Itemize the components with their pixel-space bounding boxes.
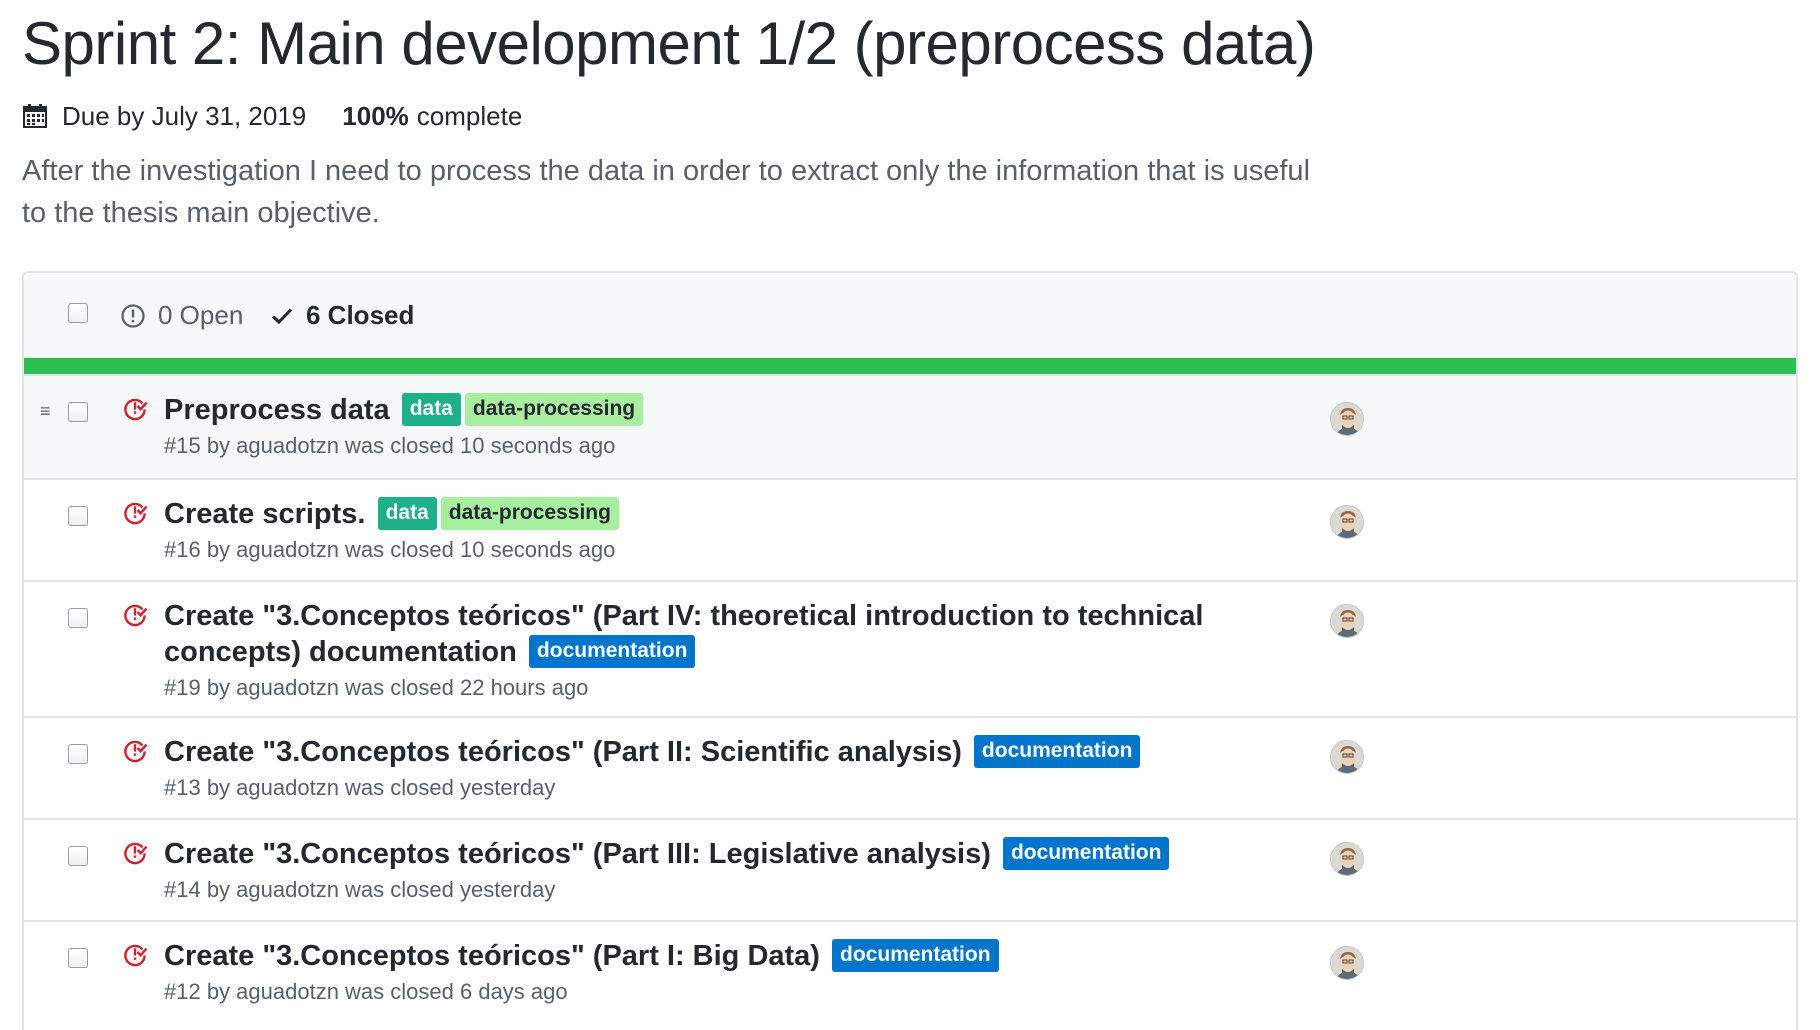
avatar-image (1331, 843, 1363, 875)
issue-body: Preprocess data data data-processing #15 b… (164, 392, 1284, 460)
issue-checkbox[interactable] (68, 744, 88, 764)
issue-closed-icon (124, 842, 148, 865)
issue-row[interactable]: Create "3.Conceptos teóricos" (Part I: B… (24, 920, 1796, 1024)
assignee-avatar[interactable] (1330, 842, 1364, 876)
issue-checkbox[interactable] (68, 506, 88, 526)
issue-row[interactable]: Create "3.Conceptos teóricos" (Part III:… (24, 818, 1796, 920)
issue-closed-icon (124, 740, 148, 763)
select-all-checkbox[interactable] (68, 303, 88, 323)
avatar-image (1331, 506, 1363, 538)
issue-closed-icon (124, 604, 148, 627)
issue-row[interactable]: Create "3.Conceptos teóricos" (Part II: … (24, 716, 1796, 818)
issue-title-line: Create "3.Conceptos teóricos" (Part I: B… (164, 938, 1284, 974)
open-filter-link[interactable]: 0 Open (120, 273, 243, 358)
drag-handle-icon[interactable]: ≡ (40, 402, 56, 420)
issue-body: Create "3.Conceptos teóricos" (Part III:… (164, 836, 1284, 904)
issue-meta: #14 by aguadotzn was closed yesterday (164, 877, 556, 902)
milestone-page: Sprint 2: Main development 1/2 (preproce… (0, 0, 1820, 1030)
issue-title-link[interactable]: Create scripts. (164, 498, 366, 530)
completion-percent: 100% (342, 100, 409, 131)
page-title: Sprint 2: Main development 1/2 (preproce… (22, 10, 1316, 77)
label-data-processing[interactable]: data-processing (440, 497, 619, 530)
label-documentation[interactable]: documentation (832, 939, 999, 972)
due-date: Due by July 31, 2019 (62, 100, 307, 131)
milestone-progress-bar (24, 358, 1796, 374)
issue-body: Create "3.Conceptos teóricos" (Part IV: … (164, 598, 1284, 702)
issue-checkbox[interactable] (68, 402, 88, 422)
avatar-image (1331, 741, 1363, 773)
label-documentation[interactable]: documentation (1002, 837, 1170, 870)
open-count: 0 Open (158, 300, 244, 330)
issue-row[interactable]: Create scripts. data data-processing #16 b… (24, 478, 1796, 580)
issue-title-link[interactable]: Preprocess data (164, 394, 390, 426)
issues-header: 0 Open 6 Closed (24, 273, 1796, 358)
issue-meta: #15 by aguadotzn was closed 10 seconds a… (164, 433, 616, 458)
issue-body: Create "3.Conceptos teóricos" (Part II: … (164, 734, 1284, 802)
issue-list: ≡ Preprocess data data data-processing #15 … (24, 374, 1796, 1024)
milestone-meta: Due by July 31, 2019 100% complete (22, 100, 522, 132)
issue-checkbox[interactable] (68, 846, 88, 866)
closed-filter-link[interactable]: 6 Closed (270, 273, 414, 358)
issue-meta: #16 by aguadotzn was closed 10 seconds a… (164, 537, 616, 562)
avatar-image (1331, 605, 1363, 637)
label-documentation[interactable]: documentation (528, 635, 696, 668)
assignee-avatar[interactable] (1330, 604, 1364, 638)
issue-opened-icon (121, 303, 145, 328)
label-documentation[interactable]: documentation (973, 735, 1141, 768)
assignee-avatar[interactable] (1330, 740, 1364, 774)
avatar-image (1331, 947, 1363, 979)
calendar-icon (23, 104, 47, 128)
issue-title-link[interactable]: Create "3.Conceptos teóricos" (Part II: … (164, 736, 962, 768)
issue-body: Create scripts. data data-processing #16 b… (164, 496, 1284, 564)
issues-box: 0 Open 6 Closed ≡ Preprocess data data dat… (22, 271, 1798, 1030)
issue-closed-icon (124, 944, 148, 967)
closed-count: 6 Closed (306, 300, 415, 330)
issue-title-link[interactable]: Create "3.Conceptos teóricos" (Part III:… (164, 838, 991, 870)
issue-title-line: Create "3.Conceptos teóricos" (Part II: … (164, 734, 1284, 770)
issue-meta: #12 by aguadotzn was closed 6 days ago (164, 979, 568, 1004)
issue-title-link[interactable]: Create "3.Conceptos teóricos" (Part I: B… (164, 940, 820, 972)
issue-body: Create "3.Conceptos teóricos" (Part I: B… (164, 938, 1284, 1006)
issue-closed-icon (124, 502, 148, 525)
milestone-description: After the investigation I need to proces… (22, 155, 1311, 229)
label-data[interactable]: data (377, 497, 437, 530)
issue-checkbox[interactable] (68, 608, 88, 628)
issue-meta: #19 by aguadotzn was closed 22 hours ago (164, 675, 589, 700)
check-icon (271, 307, 293, 324)
issue-title-line: Create "3.Conceptos teóricos" (Part III:… (164, 836, 1284, 872)
assignee-avatar[interactable] (1330, 946, 1364, 980)
issue-closed-icon (124, 398, 148, 421)
issue-title-line: Create "3.Conceptos teóricos" (Part IV: … (164, 598, 1284, 670)
completion-suffix: complete (416, 100, 523, 131)
label-data[interactable]: data (401, 393, 461, 426)
issue-checkbox[interactable] (68, 948, 88, 968)
issue-row[interactable]: ≡ Preprocess data data data-processing #15 … (24, 374, 1796, 478)
avatar-image (1331, 403, 1363, 435)
issue-title-line: Preprocess data data data-processing (164, 392, 1284, 428)
issue-row[interactable]: Create "3.Conceptos teóricos" (Part IV: … (24, 580, 1796, 716)
assignee-avatar[interactable] (1330, 402, 1364, 436)
issue-title-line: Create scripts. data data-processing (164, 496, 1284, 532)
assignee-avatar[interactable] (1330, 505, 1364, 539)
issue-meta: #13 by aguadotzn was closed yesterday (164, 775, 556, 800)
label-data-processing[interactable]: data-processing (464, 393, 644, 426)
